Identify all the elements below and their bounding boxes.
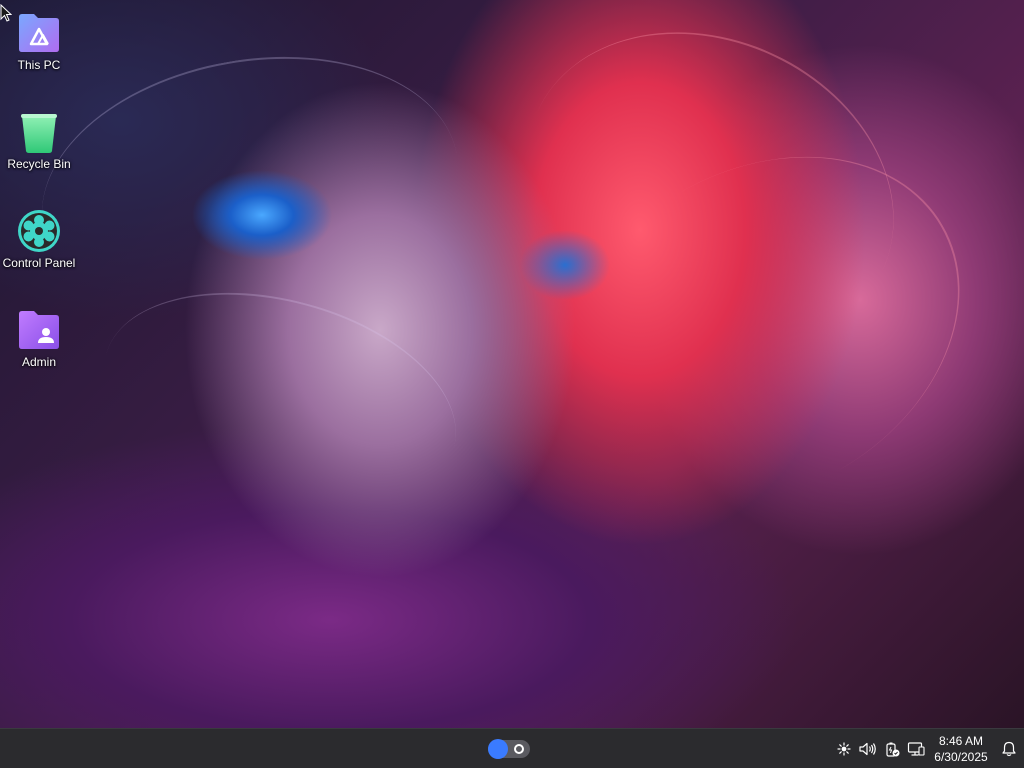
clock-date: 6/30/2025 (934, 750, 988, 764)
bell-icon[interactable] (994, 729, 1024, 769)
clock-time: 8:46 AM (938, 734, 984, 748)
volume-icon[interactable] (856, 729, 880, 769)
system-tray: 8:46 AM 6/30/2025 (832, 729, 1024, 769)
brightness-icon[interactable] (832, 729, 856, 769)
network-icon[interactable] (904, 729, 928, 769)
user-folder-icon (16, 307, 62, 353)
desktop-icon-admin[interactable]: Admin (2, 301, 76, 385)
desktop-icon-this-pc[interactable]: This PC (2, 4, 76, 88)
desktop[interactable]: This PC Recycle Bin Control Panel Admin (0, 0, 1024, 728)
desktop-icon-control-panel[interactable]: Control Panel (2, 202, 76, 286)
this-pc-icon (16, 10, 62, 56)
recycle-bin-icon (16, 109, 62, 155)
desktop-icon-label: Admin (21, 355, 56, 369)
desktop-icon-recycle-bin[interactable]: Recycle Bin (2, 103, 76, 187)
control-panel-icon (16, 208, 62, 254)
desktop-icon-label: This PC (17, 58, 61, 72)
taskbar: 8:46 AM 6/30/2025 (0, 728, 1024, 768)
toggle-switch-icon[interactable] (486, 738, 532, 760)
desktop-icon-label: Control Panel (2, 256, 76, 270)
desktop-icon-label: Recycle Bin (7, 157, 71, 171)
battery-icon[interactable] (880, 729, 904, 769)
clock[interactable]: 8:46 AM 6/30/2025 (928, 729, 994, 769)
